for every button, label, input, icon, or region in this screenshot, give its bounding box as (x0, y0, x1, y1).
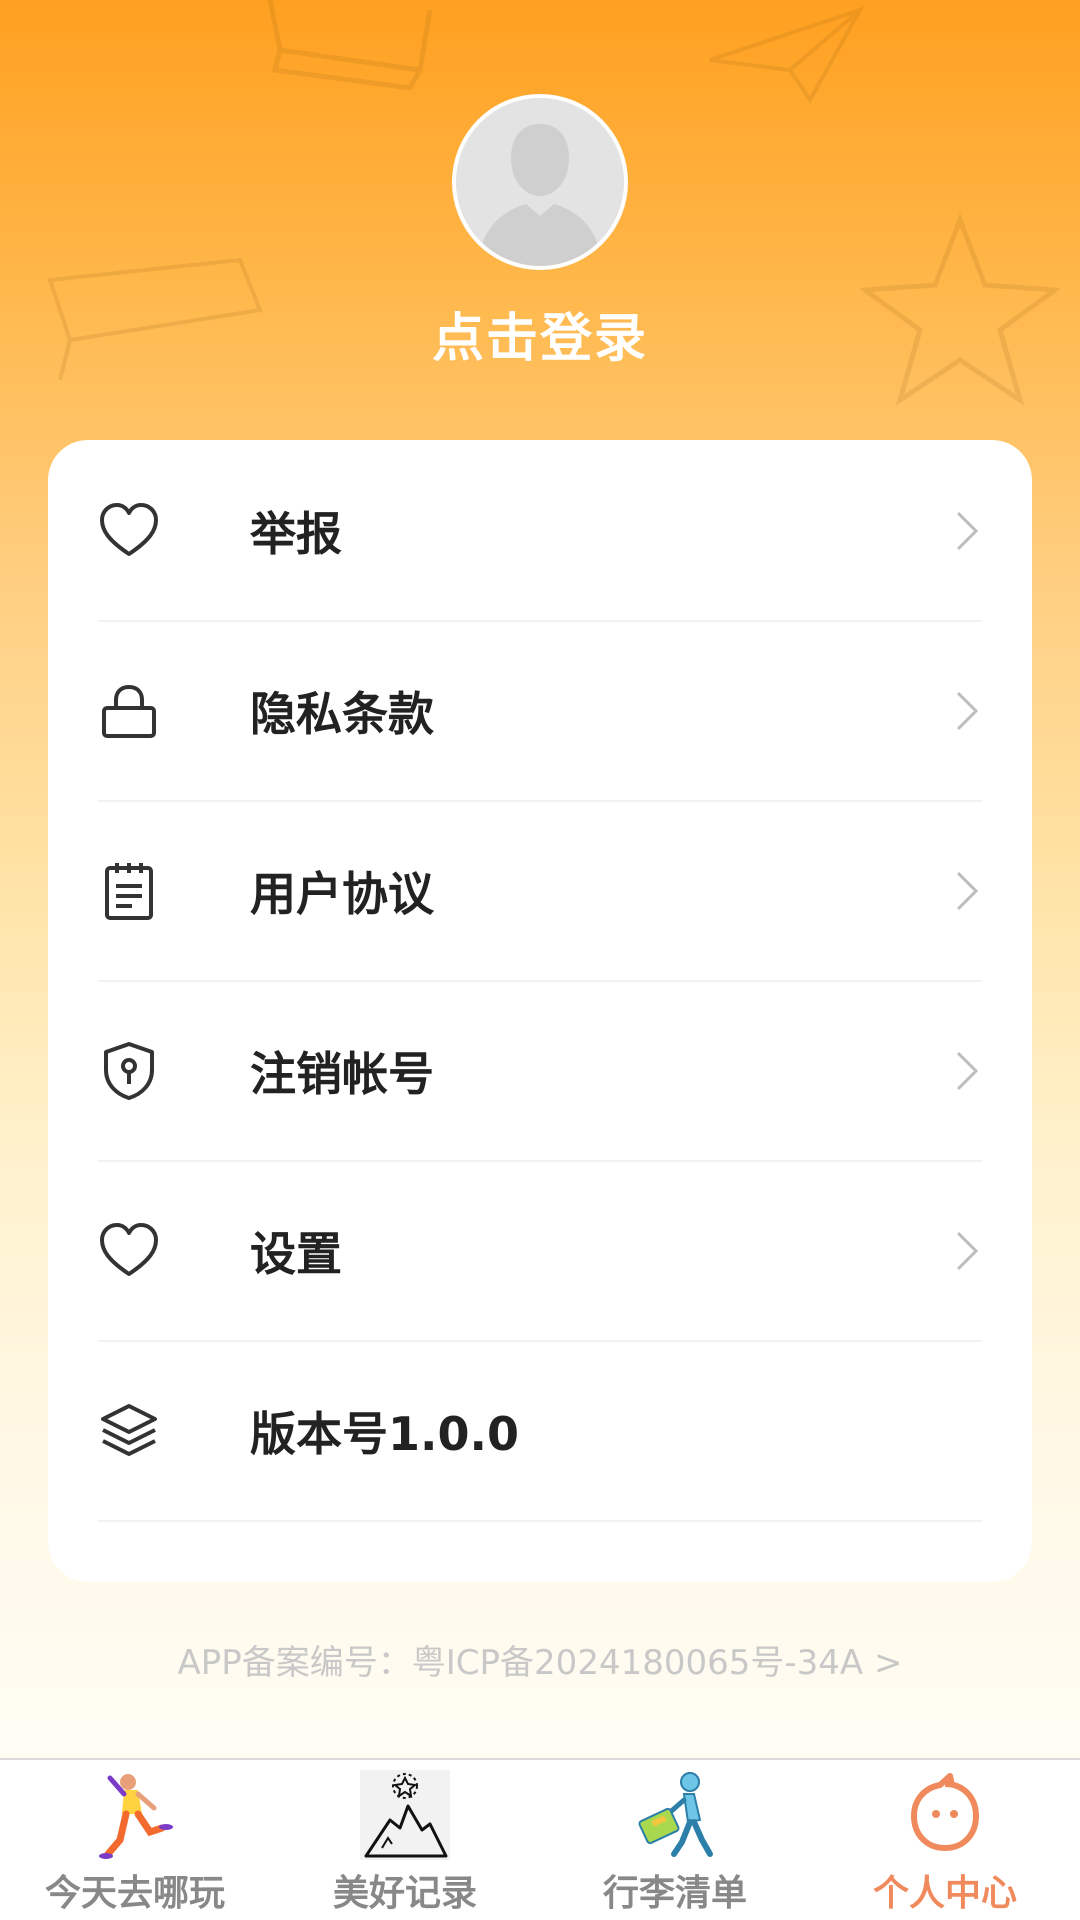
version-label: 版本号1.0.0 (250, 1407, 519, 1461)
menu-item-label: 举报 (250, 507, 342, 561)
walking-suitcase-icon (638, 1772, 713, 1857)
jumping-person-icon (99, 1774, 173, 1859)
heart-icon (100, 1223, 158, 1276)
menu-item-settings[interactable]: 设置 (98, 1162, 982, 1342)
tab-label: 行李清单 (602, 1873, 747, 1914)
menu-item-version: 版本号1.0.0 (98, 1342, 982, 1522)
menu-item-label: 注销帐号 (250, 1047, 434, 1101)
tab-personal-center[interactable]: 个人中心 (810, 1760, 1080, 1920)
menu-item-report[interactable]: 举报 (98, 442, 982, 622)
menu-item-privacy[interactable]: 隐私条款 (98, 622, 982, 802)
menu-item-delete-account[interactable]: 注销帐号 (98, 982, 982, 1162)
menu-item-label: 用户协议 (250, 867, 434, 921)
mountain-star-icon (360, 1770, 450, 1860)
layers-icon (101, 1404, 157, 1456)
background-plane-doodle (709, 6, 865, 104)
tab-label: 今天去哪玩 (44, 1873, 225, 1914)
chevron-right-icon (956, 511, 979, 551)
background-box-doodle (267, 0, 433, 90)
notepad-icon (105, 863, 153, 920)
bottom-tab-bar: 今天去哪玩 美好记录 行李清单 个人中心 (0, 1758, 1080, 1920)
menu-item-label: 设置 (250, 1227, 342, 1281)
lock-icon (102, 684, 156, 738)
chevron-right-icon (956, 1051, 979, 1091)
default-user-icon (456, 98, 624, 266)
menu-item-user-agreement[interactable]: 用户协议 (98, 802, 982, 982)
chevron-right-icon (956, 691, 979, 731)
avatar[interactable] (452, 94, 628, 270)
tab-good-records[interactable]: 美好记录 (270, 1760, 540, 1920)
smiley-face-icon (911, 1773, 979, 1851)
chevron-right-icon (956, 1231, 979, 1271)
chevron-right-icon (956, 871, 979, 911)
tab-label: 美好记录 (332, 1873, 477, 1914)
shield-keyhole-icon (104, 1042, 154, 1100)
login-prompt[interactable]: 点击登录 (0, 296, 1080, 371)
menu-item-label: 隐私条款 (250, 687, 434, 741)
settings-menu-card: 举报 隐私条款 用户协议 注销帐号 设置 版本号1.0.0 (48, 440, 1032, 1582)
icp-record-link[interactable]: APP备案编号：粤ICP备2024180065号-34A > (0, 1635, 1080, 1684)
heart-icon (100, 503, 158, 556)
tab-today-where-to-play[interactable]: 今天去哪玩 (0, 1760, 270, 1920)
tab-luggage-list[interactable]: 行李清单 (540, 1760, 810, 1920)
tab-label: 个人中心 (872, 1873, 1017, 1914)
